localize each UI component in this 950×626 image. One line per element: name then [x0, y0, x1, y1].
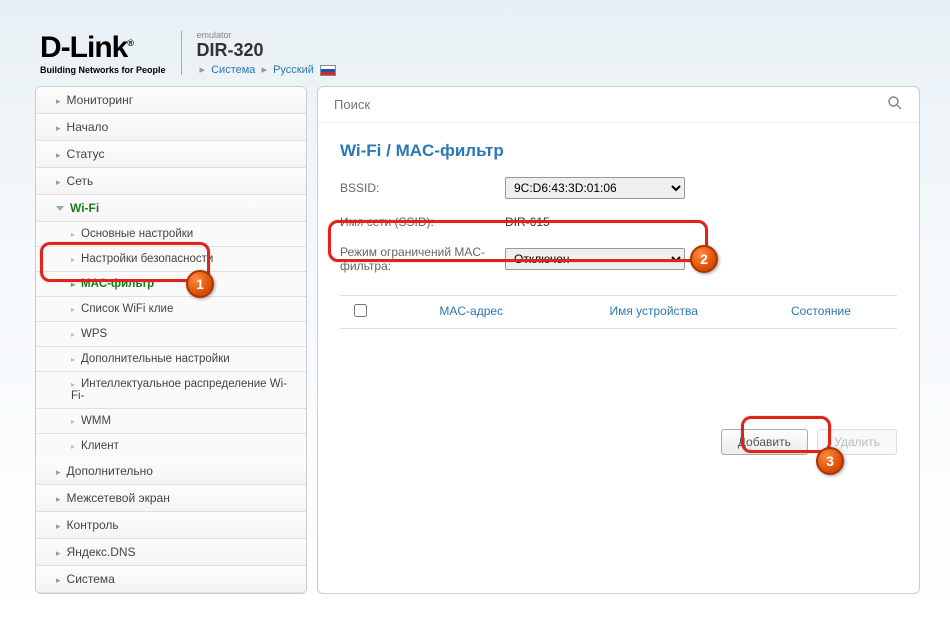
sidebar-item-wifi[interactable]: Wi-Fi	[36, 195, 306, 222]
table-header: MAC-адрес Имя устройства Состояние	[340, 295, 897, 329]
row-ssid: Имя сети (SSID): DIR-615	[318, 207, 919, 237]
sidebar-item-monitoring[interactable]: Мониторинг	[36, 87, 306, 114]
col-state[interactable]: Состояние	[745, 304, 897, 320]
ssid-label: Имя сети (SSID):	[340, 215, 505, 229]
main-panel: Wi-Fi / MAC-фильтр BSSID: 9C:D6:43:3D:01…	[317, 86, 920, 594]
search-bar	[318, 87, 919, 123]
chevron-right-icon: ▸	[200, 64, 206, 76]
page-title: Wi-Fi / MAC-фильтр	[318, 123, 919, 169]
sidebar-item-network[interactable]: Сеть	[36, 168, 306, 195]
search-icon[interactable]	[887, 95, 903, 115]
sidebar-wifi-submenu: Основные настройки Настройки безопасност…	[36, 222, 306, 458]
breadcrumb: ▸ Система ▸ Русский	[197, 63, 336, 76]
delete-button: Удалить	[817, 429, 897, 455]
col-checkbox	[340, 304, 380, 320]
brand-tagline: Building Networks for People	[40, 65, 166, 75]
sidebar: Мониторинг Начало Статус Сеть Wi-Fi Осно…	[35, 86, 307, 594]
mac-mode-label: Режим ограничений MAC-фильтра:	[340, 245, 505, 273]
add-button[interactable]: Добавить	[721, 429, 808, 455]
row-mac-mode: Режим ограничений MAC-фильтра: Отключен	[318, 237, 919, 281]
col-mac[interactable]: MAC-адрес	[380, 304, 562, 320]
sidebar-item-advanced-settings[interactable]: Дополнительные настройки	[36, 347, 306, 372]
sidebar-item-control[interactable]: Контроль	[36, 512, 306, 539]
sidebar-item-wifi-clients[interactable]: Список WiFi клие	[36, 297, 306, 322]
table-body	[318, 329, 919, 409]
ssid-value: DIR-615	[505, 215, 550, 229]
sidebar-item-additional[interactable]: Дополнительно	[36, 458, 306, 485]
sidebar-item-smart-wifi[interactable]: Интеллектуальное распределение Wi-Fi-	[36, 372, 306, 409]
sidebar-item-firewall[interactable]: Межсетевой экран	[36, 485, 306, 512]
sidebar-item-system[interactable]: Система	[36, 566, 306, 593]
select-all-checkbox[interactable]	[354, 304, 367, 317]
model-block: emulator DIR-320 ▸ Система ▸ Русский	[197, 30, 336, 76]
sidebar-item-yandex-dns[interactable]: Яндекс.DNS	[36, 539, 306, 566]
crumb-language[interactable]: Русский	[273, 64, 314, 76]
mac-mode-select[interactable]: Отключен	[505, 248, 685, 270]
col-device[interactable]: Имя устройства	[562, 304, 744, 320]
sidebar-item-status[interactable]: Статус	[36, 141, 306, 168]
sidebar-item-client[interactable]: Клиент	[36, 434, 306, 458]
row-bssid: BSSID: 9C:D6:43:3D:01:06	[318, 169, 919, 207]
logo-block: D-Link® Building Networks for People	[40, 31, 182, 75]
sidebar-item-security-settings[interactable]: Настройки безопасности	[36, 247, 306, 272]
sidebar-item-basic-settings[interactable]: Основные настройки	[36, 222, 306, 247]
model-name: DIR-320	[197, 40, 336, 61]
sidebar-item-wps[interactable]: WPS	[36, 322, 306, 347]
emulator-label: emulator	[197, 30, 336, 40]
bssid-select[interactable]: 9C:D6:43:3D:01:06	[505, 177, 685, 199]
sidebar-item-start[interactable]: Начало	[36, 114, 306, 141]
sidebar-item-mac-filter[interactable]: MAC-фильтр	[36, 272, 306, 297]
header: D-Link® Building Networks for People emu…	[0, 0, 950, 86]
brand-logo: D-Link®	[40, 31, 166, 65]
crumb-system[interactable]: Система	[211, 64, 255, 76]
chevron-right-icon: ▸	[261, 64, 267, 76]
sidebar-item-wmm[interactable]: WMM	[36, 409, 306, 434]
flag-russia-icon	[320, 65, 336, 76]
button-bar: Добавить Удалить	[318, 409, 919, 475]
bssid-label: BSSID:	[340, 181, 505, 195]
search-input[interactable]	[334, 97, 903, 112]
